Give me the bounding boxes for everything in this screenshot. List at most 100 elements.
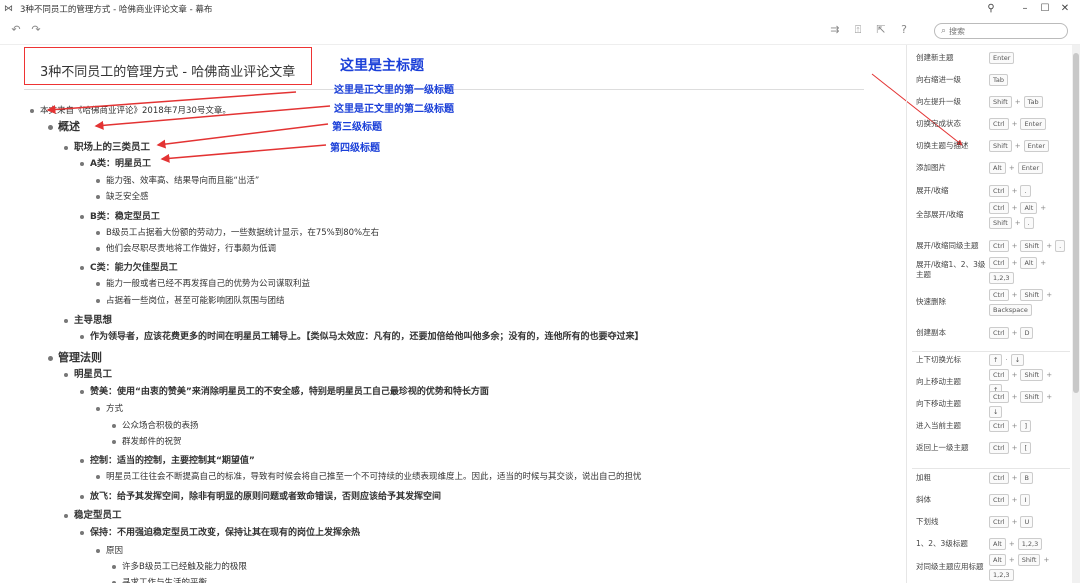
outline-item[interactable]: 主导思想 [64, 315, 113, 327]
shortcut-keys: Ctrl + Shift + ↓ [989, 390, 1067, 418]
key-cap: 1,2,3 [1017, 538, 1043, 550]
outline-item[interactable]: 许多B级员工已经触及能力的极限 [112, 561, 247, 573]
bullet-icon[interactable] [80, 495, 84, 499]
bullet-icon[interactable] [80, 531, 84, 535]
annotation-level3: 第三级标题 [332, 122, 382, 133]
outline-item[interactable]: 方式 [96, 403, 123, 415]
bullet-icon[interactable] [96, 549, 100, 553]
bullet-icon[interactable] [80, 335, 84, 339]
bullet-icon[interactable] [80, 390, 84, 394]
shortcut-keys: Enter [989, 52, 1067, 64]
page-title[interactable]: 3种不同员工的管理方式 - 哈佛商业评论文章 [40, 61, 295, 80]
help-icon[interactable]: ? [896, 22, 912, 38]
vertical-scrollbar[interactable] [1072, 45, 1080, 583]
bullet-icon[interactable] [64, 319, 68, 323]
redo-icon[interactable]: ↷ [28, 22, 44, 38]
outline-item[interactable]: 明星员工往往会不断提高自己的标准，导致有时候会将自己推至一个不可持续的业绩表现维… [96, 471, 642, 483]
outline-item[interactable]: 保持：不用强迫稳定型员工改变，保持让其在现有的岗位上发挥余热 [80, 527, 360, 539]
outline-item[interactable]: 概述 [48, 120, 80, 134]
bullet-icon[interactable] [80, 266, 84, 270]
outline-item[interactable]: 管理法则 [48, 351, 102, 365]
bullet-icon[interactable] [48, 125, 53, 130]
search-box[interactable]: ⌕ [934, 23, 1068, 39]
outline-item[interactable]: 稳定型员工 [64, 510, 122, 522]
outline-item[interactable]: 占据着一些岗位，甚至可能影响团队氛围与团结 [96, 295, 285, 307]
bullet-icon[interactable] [64, 514, 68, 518]
outline-item[interactable]: 能力强、效率高、结果导向而且能“出活” [96, 175, 259, 187]
key-separator: + [1008, 540, 1015, 548]
shortcut-label: 全部展开/收缩 [916, 210, 964, 219]
undo-icon[interactable]: ↶ [8, 22, 24, 38]
mindmap-view-icon[interactable]: ⇉ [827, 22, 843, 38]
shortcut-keys: Ctrl + Shift +. [989, 240, 1067, 252]
search-input[interactable] [949, 26, 1050, 36]
outline-item-text: 寻求工作与生活的平衡 [122, 578, 208, 583]
outline-item[interactable]: 原因 [96, 545, 123, 557]
bullet-icon[interactable] [80, 162, 84, 166]
scrollbar-thumb[interactable] [1073, 53, 1079, 393]
bullet-icon[interactable] [64, 146, 68, 150]
key-separator: + [1011, 392, 1018, 401]
shortcut-label: 向下移动主题 [916, 399, 961, 408]
outline-item-text: 控制：适当的控制，主要控制其“期望值” [90, 456, 255, 466]
share-icon[interactable]: ⇱ [873, 22, 889, 38]
outline-item[interactable]: 放飞：给予其发挥空间，除非有明显的原则问题或者致命错误，否则应该给予其发挥空间 [80, 491, 441, 503]
bullet-icon[interactable] [96, 179, 100, 183]
bullet-icon[interactable] [96, 282, 100, 286]
key-cap: Shift [989, 140, 1012, 152]
key-cap: 1,2,3 [989, 568, 1014, 581]
key-separator: + [1040, 203, 1047, 212]
bullet-icon[interactable] [96, 407, 100, 411]
outline-item[interactable]: 公众场合积极的表扬 [112, 420, 199, 432]
outline-item-text: 明星员工 [74, 369, 113, 380]
key-cap: Ctrl [989, 516, 1009, 528]
outline-item[interactable]: 作为领导者，应该花费更多的时间在明星员工辅导上。【类似马太效应：凡有的，还要加倍… [80, 331, 644, 343]
bullet-icon[interactable] [80, 215, 84, 219]
outline-item[interactable]: 群发邮件的祝贺 [112, 436, 182, 448]
bullet-icon[interactable] [96, 247, 100, 251]
key-cap: Alt [989, 162, 1006, 174]
bullet-icon[interactable] [80, 459, 84, 463]
outline-item-text: 能力一般或者已经不再发挥自己的优势为公司谋取利益 [106, 279, 311, 289]
key-cap: Alt [989, 553, 1006, 566]
outline-item-text: B级员工占据着大份额的劳动力，一些数据统计显示，在75%到80%左右 [106, 228, 380, 238]
bullet-icon[interactable] [96, 231, 100, 235]
shortcut-label: 向右缩进一级 [916, 75, 961, 84]
outline-item-text: 职场上的三类员工 [74, 142, 151, 153]
outline-item[interactable]: 控制：适当的控制，主要控制其“期望值” [80, 455, 255, 467]
bullet-icon[interactable] [112, 440, 116, 444]
key-cap: Shift [1017, 553, 1041, 566]
bullet-icon[interactable] [96, 195, 100, 199]
key-separator: + [1014, 218, 1021, 227]
outline-item[interactable]: B级员工占据着大份额的劳动力，一些数据统计显示，在75%到80%左右 [96, 227, 380, 239]
key-separator: + [1008, 164, 1015, 172]
outline-item-text: 主导思想 [74, 315, 113, 326]
bullet-icon[interactable] [96, 475, 100, 479]
panel-separator [912, 468, 1070, 469]
outline-item[interactable]: 职场上的三类员工 [64, 142, 151, 154]
outline-item[interactable]: 明星员工 [64, 369, 113, 381]
outline-item[interactable]: 能力一般或者已经不再发挥自己的优势为公司谋取利益 [96, 278, 311, 290]
outline-item[interactable]: 赞美：使用“由衷的赞美”来消除明星员工的不安全感，特别是明星员工自己最珍视的优势… [80, 386, 489, 398]
outline-item[interactable]: 寻求工作与生活的平衡 [112, 577, 208, 583]
bullet-icon[interactable] [30, 109, 34, 113]
outline-item[interactable]: 本文来自《哈佛商业评论》2018年7月30号文章。 [30, 105, 231, 117]
bullet-icon[interactable] [48, 356, 53, 361]
bullet-icon[interactable] [112, 424, 116, 428]
pin-icon[interactable]: ⚲ [976, 0, 1006, 17]
close-button[interactable]: ✕ [1050, 0, 1080, 17]
key-cap: Shift [1020, 288, 1044, 301]
bullet-icon[interactable] [64, 373, 68, 377]
bullet-icon[interactable] [112, 565, 116, 569]
outline-item[interactable]: 他们会尽职尽责地将工作做好，行事颇为低调 [96, 243, 276, 255]
outline-item[interactable]: 缺乏安全感 [96, 191, 149, 203]
shortcut-keys: Shift + Tab [989, 96, 1067, 108]
outline-item[interactable]: B类：稳定型员工 [80, 211, 160, 223]
key-cap: Shift [1020, 368, 1044, 381]
export-icon[interactable]: ⍐ [850, 22, 866, 38]
outline-item[interactable]: C类：能力欠佳型员工 [80, 262, 178, 274]
key-separator: + [1011, 474, 1018, 482]
bullet-icon[interactable] [96, 299, 100, 303]
key-cap: Ctrl [989, 288, 1009, 301]
outline-item[interactable]: A类：明星员工 [80, 158, 151, 170]
